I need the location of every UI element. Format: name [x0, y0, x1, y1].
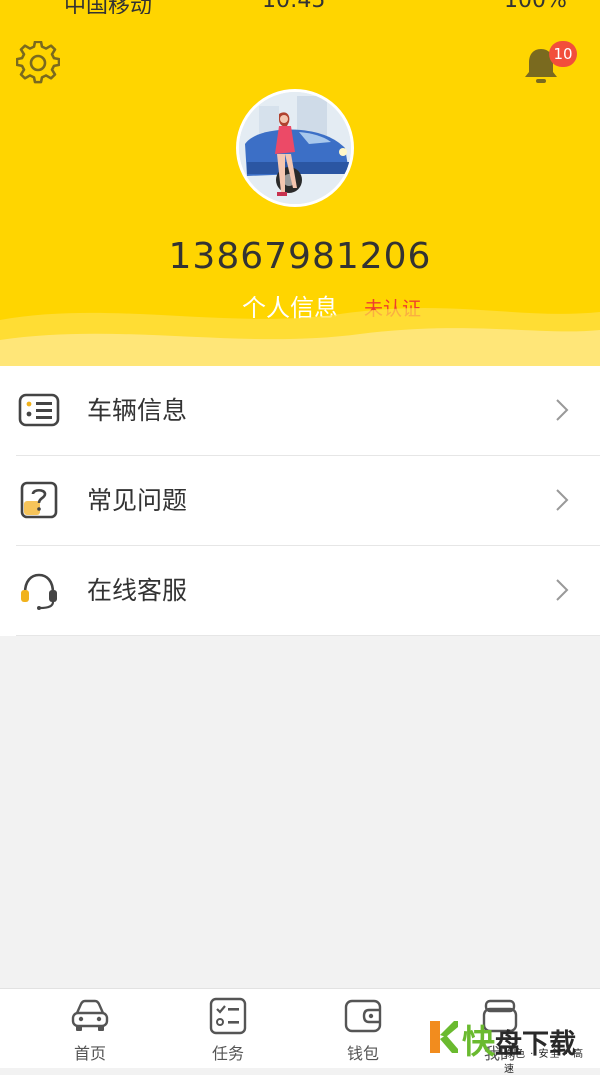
- question-icon: [20, 481, 58, 519]
- car-icon: [71, 999, 109, 1031]
- vehicle-card-icon: [18, 393, 60, 427]
- menu-item-label: 常见问题: [87, 486, 188, 515]
- time-text: 10:45: [262, 0, 326, 13]
- tab-home[interactable]: 首页: [40, 989, 140, 1068]
- menu-item-online-support[interactable]: 在线客服: [0, 546, 600, 636]
- wallet-icon: [344, 999, 382, 1033]
- watermark-tagline: 绿色 · 安全 · 高速: [504, 1049, 585, 1075]
- menu-item-vehicle-info[interactable]: 车辆信息: [0, 366, 600, 456]
- chevron-right-icon: [556, 489, 569, 511]
- phone-number: 13867981206: [168, 236, 432, 277]
- status-bar: 中国移动 10:45 100%: [0, 0, 600, 14]
- watermark-brand-fast: 快: [462, 1022, 495, 1061]
- bottom-tab-bar: 首页 任务 钱包 我的 快盘下载 绿色 · 安全 · 高速: [0, 988, 600, 1075]
- divider: [16, 635, 600, 636]
- menu-item-label: 车辆信息: [87, 396, 188, 425]
- menu-item-label: 在线客服: [87, 576, 188, 605]
- tab-label: 首页: [73, 1044, 106, 1063]
- headset-icon: [21, 573, 57, 610]
- carrier-text: 中国移动: [64, 0, 153, 14]
- tab-label: 钱包: [346, 1044, 379, 1063]
- menu-item-faq[interactable]: 常见问题: [0, 456, 600, 546]
- tab-label: 任务: [211, 1044, 244, 1063]
- tab-wallet[interactable]: 钱包: [313, 989, 413, 1068]
- settings-menu: 车辆信息 常见问题 在线客服: [0, 366, 600, 636]
- watermark-logo: 快盘下载 绿色 · 安全 · 高速: [428, 1015, 594, 1075]
- task-list-icon: [209, 997, 247, 1035]
- notification-badge: 10: [549, 41, 577, 67]
- chevron-right-icon: [556, 399, 569, 421]
- gear-icon[interactable]: [16, 41, 60, 85]
- chevron-right-icon: [556, 579, 569, 601]
- tab-tasks[interactable]: 任务: [178, 989, 278, 1068]
- header-wave-decoration: [0, 308, 600, 366]
- k-logo-icon: [430, 1021, 458, 1053]
- avatar-illustration: [239, 92, 351, 204]
- avatar[interactable]: [236, 89, 354, 207]
- battery-text: 100%: [504, 0, 567, 13]
- profile-header: 中国移动 10:45 100% 10 13867981206 个人信息: [0, 0, 600, 366]
